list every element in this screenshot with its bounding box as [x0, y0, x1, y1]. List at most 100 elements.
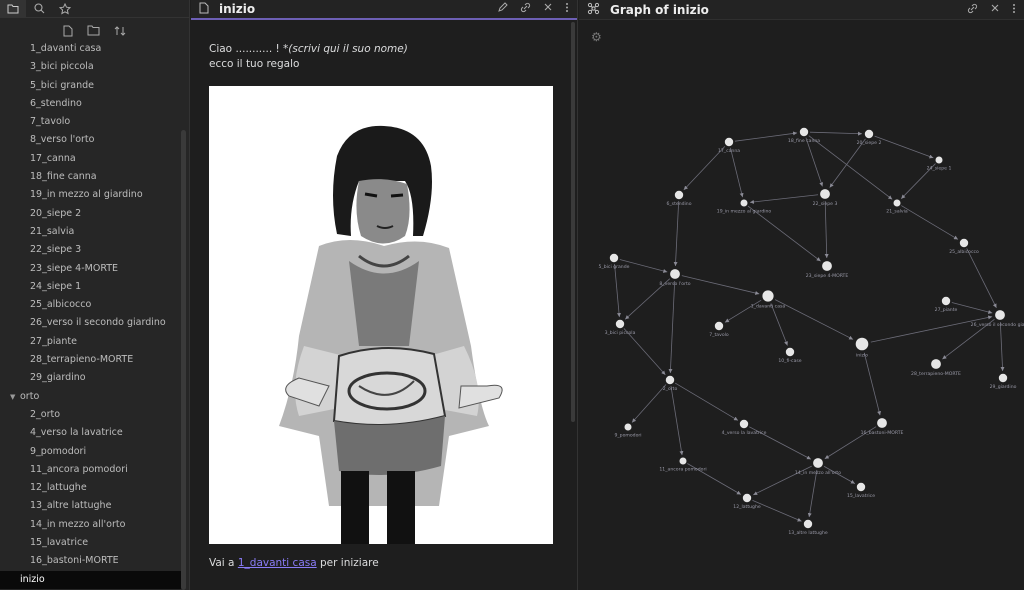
graph-node[interactable] [724, 137, 734, 147]
graph-node-label: 27_piante [935, 307, 958, 313]
graph-node[interactable] [941, 296, 951, 306]
file-item[interactable]: 21_salvia [0, 223, 182, 241]
file-item-active[interactable]: inizio [0, 570, 182, 589]
graph-edge [770, 303, 788, 346]
file-item[interactable]: 3_bici piccola [0, 58, 182, 76]
graph-node[interactable] [856, 482, 866, 492]
link-icon[interactable] [967, 3, 978, 17]
file-item[interactable]: 12_lattughe [0, 479, 182, 497]
graph-node[interactable] [714, 321, 724, 331]
edit-icon[interactable] [497, 2, 508, 16]
link-icon[interactable] [520, 2, 531, 16]
file-item[interactable]: 23_siepe 4-MORTE [0, 260, 182, 278]
file-item[interactable]: 19_in mezzo al giardino [0, 186, 182, 204]
file-item[interactable]: 15_lavatrice [0, 534, 182, 552]
graph-edge [870, 315, 993, 343]
folder-icon[interactable] [0, 0, 26, 18]
file-item[interactable]: 17_canna [0, 150, 182, 168]
file-item[interactable]: 2_orto [0, 406, 182, 424]
file-item[interactable]: 9_pomodori [0, 443, 182, 461]
sort-icon[interactable] [114, 25, 126, 40]
graph-edge [809, 131, 863, 136]
more-icon[interactable] [1012, 3, 1016, 17]
graph-node[interactable] [803, 519, 813, 529]
file-item[interactable]: 14_in mezzo all'orto [0, 516, 182, 534]
greeting-italic: (scrivi qui il suo nome) [288, 43, 408, 55]
start-link[interactable]: 1_davanti casa [238, 557, 317, 569]
graph-node[interactable] [785, 347, 795, 357]
graph-node[interactable] [813, 458, 823, 468]
instruction-prefix: Vai a [209, 557, 238, 569]
close-icon[interactable] [990, 3, 1000, 17]
graph-edge [668, 280, 676, 374]
file-item[interactable]: 27_piante [0, 333, 182, 351]
file-item[interactable]: 11_ancora pomodori [0, 461, 182, 479]
file-item[interactable]: 20_siepe 2 [0, 205, 182, 223]
graph-edge [824, 200, 829, 259]
graph-node[interactable] [624, 423, 632, 431]
graph-node[interactable] [877, 418, 887, 428]
star-icon[interactable] [52, 0, 78, 18]
file-item[interactable]: 28_terrapieno-MORTE [0, 351, 182, 369]
file-item[interactable]: 25_albicocco [0, 296, 182, 314]
file-item[interactable]: 29_giardino [0, 369, 182, 387]
graph-node[interactable] [670, 269, 680, 279]
file-item[interactable]: 8_verso l'orto [0, 131, 182, 149]
graph-node[interactable] [742, 493, 752, 503]
file-item[interactable]: 6_stendino [0, 95, 182, 113]
graph-node-label: 15_lavatrice [847, 493, 875, 499]
graph-canvas[interactable]: 17_canna 18_fine canna 20_siepe 2 24_siepe … [579, 20, 1024, 588]
more-icon[interactable] [565, 2, 569, 16]
graph-node-label: 20_siepe 2 [857, 140, 882, 146]
graph-icon [587, 2, 600, 18]
sidebar-scrollbar[interactable] [181, 130, 186, 590]
graph-node-label: 24_siepe 1 [927, 166, 952, 172]
graph-node[interactable] [998, 373, 1008, 383]
graph-node[interactable] [739, 419, 749, 429]
file-item[interactable]: 24_siepe 1 [0, 278, 182, 296]
graph-node[interactable] [679, 457, 687, 465]
instruction-line: Vai a 1_davanti casa per iniziare [209, 557, 379, 569]
search-icon[interactable] [26, 0, 52, 18]
graph-edge [951, 302, 993, 314]
editor-title: inizio [219, 2, 256, 16]
file-item[interactable]: 16_bastoni-MORTE [0, 552, 182, 570]
close-icon[interactable] [543, 2, 553, 16]
graph-node[interactable] [615, 319, 625, 329]
graph-node-label: 5_bici grande [599, 264, 630, 270]
graph-node[interactable] [674, 190, 684, 200]
graph-node[interactable] [931, 359, 941, 369]
new-folder-icon[interactable] [87, 25, 100, 39]
graph-node[interactable] [822, 261, 832, 271]
graph-edge [752, 499, 802, 522]
graph-node[interactable] [609, 253, 619, 263]
graph-node[interactable] [665, 375, 675, 385]
graph-pane: Graph of inizio ⚙ 17_canna 18_fine canna 2… [579, 0, 1024, 590]
file-item[interactable]: 13_altre lattughe [0, 497, 182, 515]
folder-orto[interactable]: ▼ orto [0, 388, 182, 406]
gift-photo [209, 86, 553, 544]
file-item[interactable]: 18_fine canna [0, 168, 182, 186]
file-item[interactable]: 7_tavolo [0, 113, 182, 131]
file-item[interactable]: 22_siepe 3 [0, 241, 182, 259]
graph-node[interactable] [855, 337, 869, 351]
graph-node[interactable] [995, 310, 1005, 320]
file-item[interactable]: 26_verso il secondo giardino [0, 314, 182, 332]
graph-node[interactable] [864, 129, 874, 139]
file-item[interactable]: 5_bici grande [0, 77, 182, 95]
graph-node[interactable] [959, 238, 969, 248]
new-note-icon[interactable] [63, 25, 73, 40]
graph-edge [730, 147, 744, 198]
file-item[interactable]: 4_verso la lavatrice [0, 424, 182, 442]
graph-node[interactable] [799, 127, 809, 137]
graph-edge [724, 299, 762, 323]
graph-node[interactable] [893, 199, 901, 207]
editor-scrollbar[interactable] [571, 22, 575, 422]
graph-header: Graph of inizio [579, 0, 1024, 20]
file-item[interactable]: 1_davanti casa [0, 40, 182, 58]
graph-node[interactable] [820, 189, 830, 199]
graph-node[interactable] [740, 199, 748, 207]
graph-node[interactable] [935, 156, 943, 164]
graph-node[interactable] [762, 290, 774, 302]
file-explorer-sidebar: 1_davanti casa 3_bici piccola 5_bici grand… [0, 0, 190, 590]
